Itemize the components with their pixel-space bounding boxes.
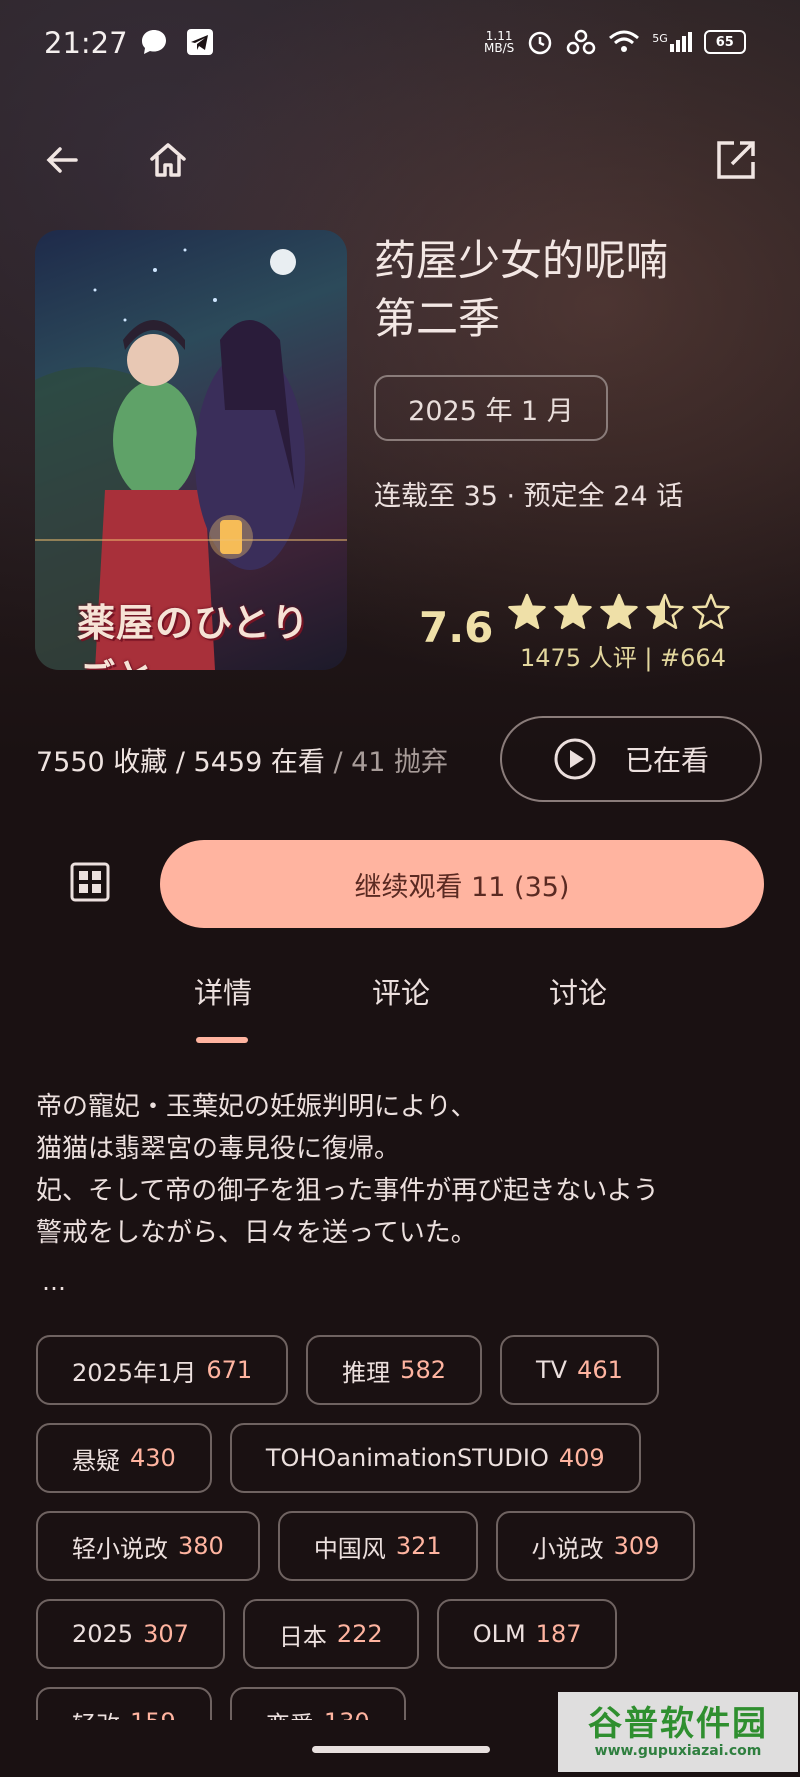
tab-comments[interactable]: 评论 [372,970,430,1012]
status-icons: 1.11 MB/S 5G 65 [484,28,746,56]
tag-count: 461 [577,1356,623,1384]
tag-name: 悬疑 [72,1446,120,1475]
synopsis-more[interactable]: … [42,1268,66,1296]
home-button[interactable] [140,132,196,188]
site-watermark: 谷普软件园 www.gupuxiazai.com [558,1692,798,1772]
tag-chip[interactable]: 推理 582 [306,1335,482,1405]
tag-row: 2025 307 日本 222 OLM 187 [36,1599,776,1669]
watching-status-button[interactable]: 已在看 [500,716,762,802]
collection-stats: 7550 收藏 / 5459 在看 / 41 抛弃 [36,747,449,778]
tag-count: 321 [395,1532,442,1560]
tag-chip[interactable]: TV 461 [499,1335,659,1405]
tag-count: 159 [130,1708,176,1720]
arrow-left-icon [46,147,78,173]
tag-count: 309 [613,1532,660,1560]
home-indicator[interactable] [312,1746,490,1753]
tag-chip[interactable]: 2025 307 [36,1599,225,1669]
tag-chip[interactable]: 日本 222 [242,1599,419,1669]
tag-name: 2025年1月 [72,1358,197,1387]
open-external-icon [717,141,755,179]
tag-count: 130 [324,1708,370,1720]
tag-chip[interactable]: OLM 187 [436,1599,618,1669]
tag-list: 2025年1月 671 推理 582 TV 461 悬疑 430 TOHOanimationST… [36,1335,776,1720]
tag-chip[interactable]: 2025年1月 671 [36,1335,289,1405]
star-empty-icon [692,593,730,630]
episode-grid-button[interactable] [60,852,120,912]
star-full-icon [508,593,546,630]
telegram-icon [187,29,213,55]
tag-count: 307 [143,1620,189,1648]
episode-progress: 连载至 35 · 预定全 24 话 [374,481,684,512]
battery-indicator: 65 [703,30,746,54]
tag-name: TOHOanimationSTUDIO [265,1444,549,1472]
tag-count: 582 [400,1356,446,1384]
tag-count: 380 [178,1532,224,1560]
play-circle-icon [554,738,596,780]
tab-discussion[interactable]: 讨论 [549,970,607,1012]
tag-name: 恋爱 [266,1705,314,1721]
tag-count: 187 [535,1620,582,1648]
star-half-icon [646,593,684,630]
back-button[interactable] [34,132,90,188]
tag-chip[interactable]: 小说改 309 [495,1511,696,1581]
open-external-button[interactable] [708,132,764,188]
alarm-icon [529,31,552,55]
status-time: 21:27 [44,26,128,60]
tag-chip[interactable]: 轻小说改 380 [36,1511,260,1581]
tag-chip[interactable]: 中国风 321 [277,1511,478,1581]
tab-details[interactable]: 详情 [194,970,252,1012]
anime-title: 药屋少女的呢喃 第二季 [374,236,669,343]
tag-name: 推理 [342,1358,391,1387]
tag-name: 小说改 [531,1534,604,1563]
tag-row: 悬疑 430 TOHOanimationSTUDIO 409 [36,1423,776,1493]
tag-chip[interactable]: 悬疑 430 [36,1423,212,1493]
home-icon [150,143,186,177]
tag-count: 671 [206,1356,253,1384]
tag-name: OLM [472,1620,526,1648]
tag-count: 409 [558,1444,605,1472]
star-full-icon [600,593,638,630]
rating-score: 7.6 [419,603,494,652]
tag-row: 轻小说改 380 中国风 321 小说改 309 [36,1511,776,1581]
tag-row: 2025年1月 671 推理 582 TV 461 [36,1335,776,1405]
tag-chip[interactable]: 轻改 159 [36,1687,212,1720]
tag-chip[interactable]: TOHOanimationSTUDIO 409 [229,1423,641,1493]
continue-watching-button[interactable]: 继续观看 11 (35) [160,840,764,928]
rating-stars [508,593,730,631]
air-date-chip[interactable]: 2025 年 1 月 [374,375,608,441]
star-full-icon [554,593,592,630]
tag-name: 2025 [72,1620,134,1648]
synopsis[interactable]: 帝の寵妃・玉葉妃の妊娠判明により、 猫猫は翡翠宮の毒見役に復帰。 妃、そして帝の… [36,1086,766,1254]
tag-name: 日本 [278,1622,327,1651]
message-bubble-icon [142,30,166,54]
tag-count: 222 [336,1620,383,1648]
tag-chip[interactable]: 恋爱 130 [229,1687,406,1721]
hotspot-link-icon [567,29,596,55]
tab-indicator [196,1037,248,1043]
tag-name: 轻小说改 [72,1534,168,1563]
tag-name: 轻改 [72,1705,120,1721]
cell-signal-icon: 5G [652,32,692,52]
cover-image[interactable]: 薬屋のひとりごと [35,230,347,670]
wifi-icon [609,30,640,52]
grid-icon [70,862,110,902]
tag-count: 430 [130,1444,176,1472]
tag-name: TV [535,1356,568,1384]
tag-name: 中国风 [313,1534,386,1563]
net-speed: 1.11 MB/S [484,29,515,55]
rating-meta[interactable]: 1475 人评 | #664 [520,638,726,673]
cover-logo: 薬屋のひとりごと [77,600,310,670]
